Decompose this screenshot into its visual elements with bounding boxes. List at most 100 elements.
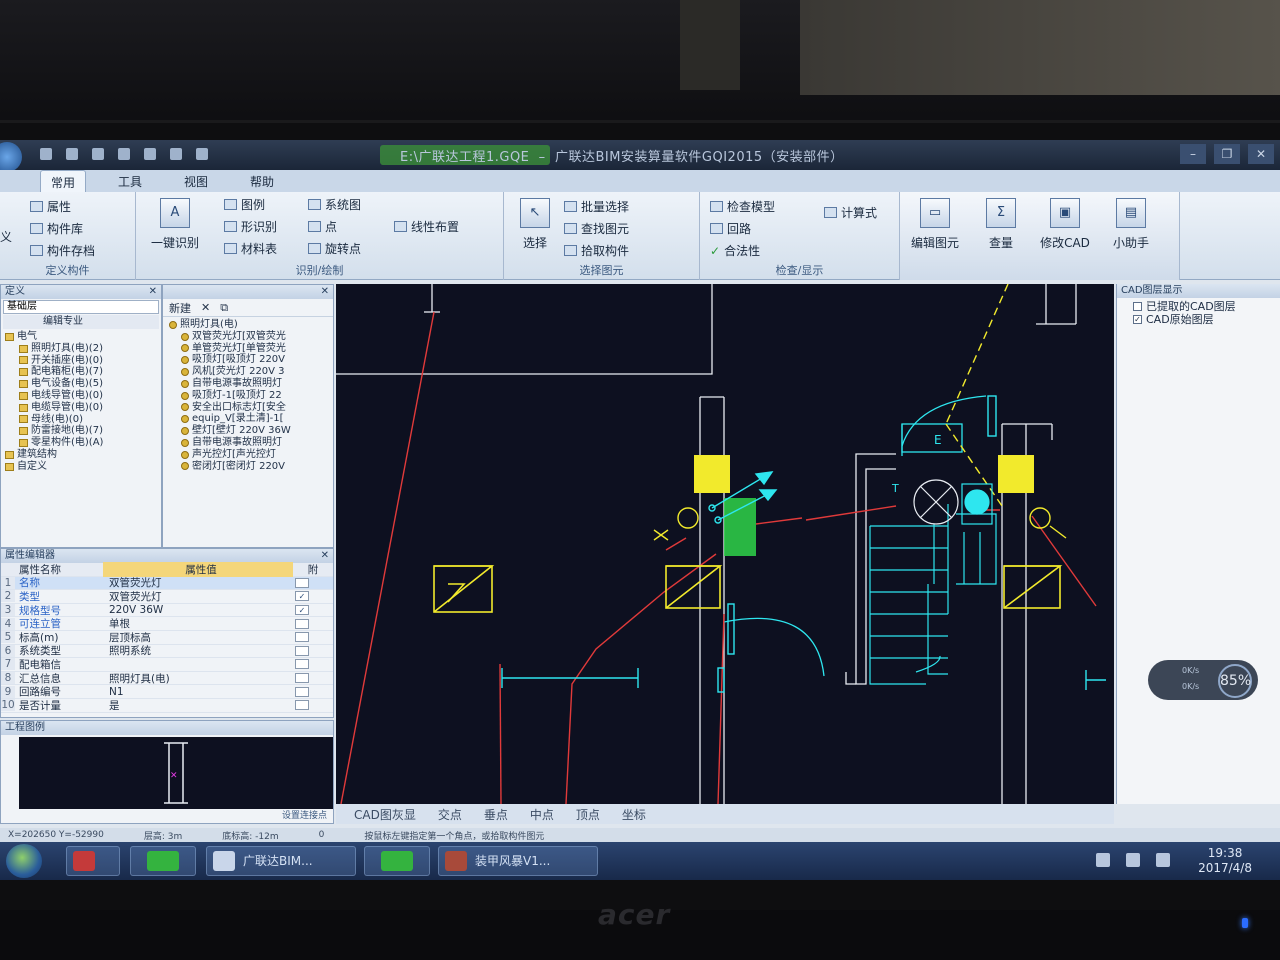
- component-library-button[interactable]: 构件库: [30, 220, 83, 237]
- snap-perpendicular[interactable]: 垂点: [484, 806, 508, 823]
- copy-icon[interactable]: ⧉: [220, 301, 228, 315]
- component-item[interactable]: 安全出口标志灯[安全: [169, 402, 327, 414]
- property-value[interactable]: 照明系统: [103, 643, 295, 658]
- tab-home[interactable]: 常用: [40, 170, 87, 192]
- delete-icon[interactable]: ✕: [201, 301, 210, 314]
- close-icon[interactable]: ✕: [149, 285, 157, 299]
- component-item[interactable]: 吸顶灯[吸顶灯 220V: [169, 354, 327, 366]
- component-archive-button[interactable]: 构件存档: [30, 242, 95, 259]
- tab-help[interactable]: 帮助: [240, 170, 284, 192]
- linear-layout-button[interactable]: 线性布置: [394, 218, 459, 235]
- component-root[interactable]: 照明灯具(电): [169, 319, 327, 331]
- layer-extracted[interactable]: 已提取的CAD图层: [1117, 300, 1280, 313]
- redo-icon[interactable]: [144, 148, 156, 160]
- close-icon[interactable]: ✕: [321, 285, 329, 299]
- edit-discipline-button[interactable]: 编辑专业: [3, 315, 159, 329]
- component-item[interactable]: 声光控灯[声光控灯: [169, 449, 327, 461]
- system-diagram-button[interactable]: 系统图: [308, 196, 361, 213]
- minimize-icon[interactable]: –: [1180, 144, 1206, 164]
- tree-item[interactable]: 电缆导管(电)(0): [5, 402, 157, 414]
- layer-original[interactable]: ✓ CAD原始图层: [1117, 313, 1280, 326]
- component-item[interactable]: 单管荧光灯[单管荧光: [169, 343, 327, 355]
- attach-checkbox[interactable]: [295, 700, 309, 711]
- layout-icon[interactable]: [170, 148, 182, 160]
- undo-icon[interactable]: [118, 148, 130, 160]
- taskbar-iqiyi-2[interactable]: [364, 846, 430, 876]
- taskbar-media-player[interactable]: [66, 846, 120, 876]
- component-item[interactable]: 壁灯[壁灯 220V 36W: [169, 425, 327, 437]
- batch-select-button[interactable]: 批量选择: [564, 198, 629, 215]
- tree-item[interactable]: 开关插座(电)(0): [5, 355, 157, 367]
- circuit-button[interactable]: 回路: [710, 220, 751, 237]
- tree-item[interactable]: 建筑结构: [5, 449, 157, 461]
- find-element-button[interactable]: 查找图元: [564, 220, 629, 237]
- attach-checkbox[interactable]: ✓: [295, 591, 309, 602]
- checkbox-icon[interactable]: [1133, 302, 1142, 311]
- check-model-button[interactable]: 检查模型: [710, 198, 775, 215]
- taskbar-game[interactable]: 装甲风暴V1...: [438, 846, 598, 876]
- property-value[interactable]: 220V 36W: [103, 604, 295, 616]
- snap-intersection[interactable]: 交点: [438, 806, 462, 823]
- drawing-canvas[interactable]: E T: [336, 284, 1114, 804]
- snap-midpoint[interactable]: 中点: [530, 806, 554, 823]
- volume-icon[interactable]: [1156, 853, 1170, 867]
- tree-item[interactable]: 电气设备(电)(5): [5, 378, 157, 390]
- formula-button[interactable]: 计算式: [824, 204, 877, 221]
- tree-item[interactable]: 母线(电)(0): [5, 414, 157, 426]
- legend-button[interactable]: 图例: [224, 196, 265, 213]
- cad-gray-toggle[interactable]: CAD图灰显: [354, 806, 416, 823]
- network-icon[interactable]: [1126, 853, 1140, 867]
- snap-vertex[interactable]: 顶点: [576, 806, 600, 823]
- network-speed-widget[interactable]: 0K/s 0K/s 85%: [1148, 660, 1258, 700]
- taskbar-iqiyi[interactable]: [130, 846, 196, 876]
- start-button[interactable]: [6, 844, 42, 878]
- taskbar-glodon[interactable]: 广联达BIM...: [206, 846, 356, 876]
- new-component-button[interactable]: 新建: [169, 300, 191, 316]
- attach-checkbox[interactable]: [295, 618, 309, 629]
- tab-tools[interactable]: 工具: [108, 170, 152, 192]
- point-button[interactable]: 点: [308, 218, 337, 235]
- restore-icon[interactable]: ❐: [1214, 144, 1240, 164]
- snap-coordinate[interactable]: 坐标: [622, 806, 646, 823]
- tree-item[interactable]: 电气: [5, 331, 157, 343]
- app-menu-button[interactable]: [0, 142, 22, 172]
- tree-item[interactable]: 照明灯具(电)(2): [5, 343, 157, 355]
- property-value[interactable]: 是: [103, 698, 295, 713]
- component-item[interactable]: 密闭灯[密闭灯 220V: [169, 461, 327, 473]
- property-value[interactable]: N1: [103, 686, 295, 698]
- component-item[interactable]: equip_V[录土清]-1[: [169, 413, 327, 425]
- property-value[interactable]: 照明灯具(电): [103, 671, 295, 686]
- component-item[interactable]: 吸顶灯-1[吸顶灯 22: [169, 390, 327, 402]
- attach-checkbox[interactable]: [295, 686, 309, 697]
- material-table-button[interactable]: 材料表: [224, 240, 277, 257]
- floor-combo[interactable]: 基础层: [3, 300, 159, 314]
- one-click-identify-button[interactable]: A 一键识别: [144, 196, 206, 260]
- tree-item[interactable]: 电线导管(电)(0): [5, 390, 157, 402]
- modify-cad-button[interactable]: ▣ 修改CAD: [1034, 196, 1096, 260]
- pick-component-button[interactable]: 拾取构件: [564, 242, 629, 259]
- tab-view[interactable]: 视图: [174, 170, 218, 192]
- tree-item[interactable]: 自定义: [5, 461, 157, 473]
- property-row[interactable]: 10 是否计量 是: [1, 699, 333, 713]
- component-item[interactable]: 自带电源事故照明灯: [169, 437, 327, 449]
- close-icon[interactable]: ✕: [1248, 144, 1274, 164]
- attach-checkbox[interactable]: [295, 659, 309, 670]
- query-amount-button[interactable]: Σ 查量: [970, 196, 1032, 260]
- rotate-point-button[interactable]: 旋转点: [308, 240, 361, 257]
- helper-button[interactable]: ▤ 小助手: [1100, 196, 1162, 260]
- edit-element-button[interactable]: ▭ 编辑图元: [904, 196, 966, 260]
- component-item[interactable]: 自带电源事故照明灯: [169, 378, 327, 390]
- tree-item[interactable]: 配电箱柜(电)(7): [5, 366, 157, 378]
- select-button[interactable]: ↖ 选择: [504, 196, 566, 260]
- shield-icon[interactable]: [1096, 853, 1110, 867]
- property-button[interactable]: 属性: [30, 198, 71, 215]
- shape-identify-button[interactable]: 形识别: [224, 218, 277, 235]
- attach-checkbox[interactable]: [295, 577, 309, 588]
- save-icon[interactable]: [92, 148, 104, 160]
- validity-button[interactable]: ✓ 合法性: [710, 242, 760, 259]
- component-item[interactable]: 风机[荧光灯 220V 3: [169, 366, 327, 378]
- clock[interactable]: 19:38 2017/4/8: [1198, 846, 1252, 876]
- view-icon[interactable]: [196, 148, 208, 160]
- component-item[interactable]: 双管荧光灯[双管荧光: [169, 331, 327, 343]
- tree-item[interactable]: 防雷接地(电)(7): [5, 425, 157, 437]
